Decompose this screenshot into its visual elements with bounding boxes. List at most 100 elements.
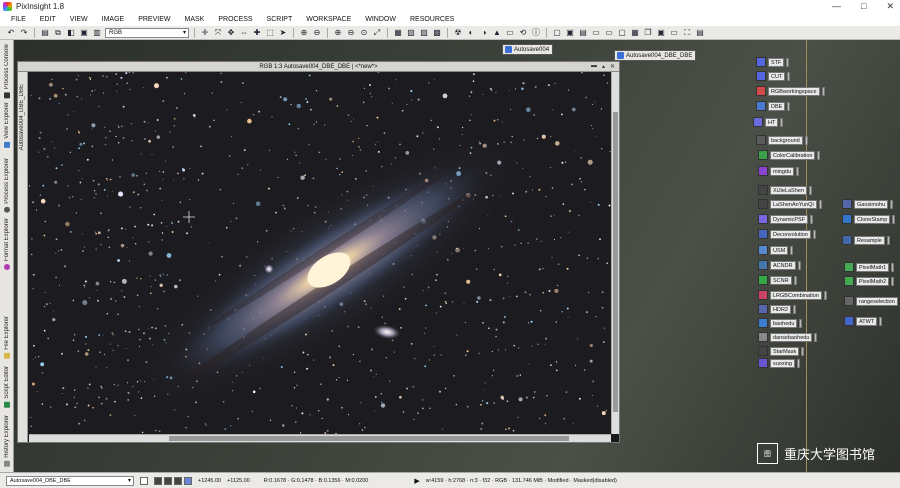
mode-button[interactable]	[164, 476, 172, 485]
menu-process[interactable]: PROCESS	[211, 16, 259, 23]
zoom-minus-icon[interactable]: ⊖	[346, 28, 356, 38]
mode-button[interactable]	[154, 476, 162, 485]
stf-link-icon[interactable]: ◑	[479, 28, 489, 38]
doc-tab-autosave004[interactable]: Autosave004	[502, 44, 554, 55]
move-icon[interactable]: ⇔	[239, 28, 249, 38]
image-window-titlebar[interactable]: RGB 1:3 Autosave004_DBE_DBE | <*new*> ▬ …	[18, 62, 619, 72]
image-side-label[interactable]: Autosave004_DBE_DBE	[19, 84, 25, 150]
vertical-scrollbar[interactable]	[611, 72, 619, 434]
process-icon-pixelmath1[interactable]: PixelMath1	[844, 262, 895, 272]
process-icon-pixelmath2[interactable]: PixelMath2	[844, 276, 895, 286]
crosshair-icon[interactable]: ✛	[200, 28, 210, 38]
redo-icon[interactable]: ↷	[19, 28, 29, 38]
process-icon-handle[interactable]	[796, 166, 800, 176]
screen-icon[interactable]: ▭	[669, 28, 679, 38]
menu-view[interactable]: VIEW	[63, 16, 95, 23]
zoom-in-icon[interactable]: ⊕	[299, 28, 309, 38]
doc-tab-autosave004-dbe-dbe[interactable]: Autosave004_DBE_DBE	[614, 50, 697, 61]
horizontal-scrollbar[interactable]	[29, 434, 611, 442]
process-icon-handle[interactable]	[810, 214, 814, 224]
process-icon-lashenanyunqi[interactable]: LaShenAnYunQi	[758, 199, 822, 209]
process-icon-mingdu[interactable]: mingdu	[758, 166, 800, 176]
cascade-icon[interactable]: ❐	[643, 28, 653, 38]
process-icon-handle[interactable]	[879, 316, 883, 326]
process-icon-baohedu[interactable]: baohedu	[758, 318, 803, 328]
process-icon-handle[interactable]	[812, 229, 816, 239]
process-icon-scnr[interactable]: SCNR	[758, 275, 797, 285]
select-icon[interactable]: ⬚	[265, 28, 275, 38]
menu-script[interactable]: SCRIPT	[260, 16, 300, 23]
process-icon-handle[interactable]	[886, 235, 890, 245]
process-icon-handle[interactable]	[792, 304, 796, 314]
zoom-out-icon[interactable]: ⊖	[312, 28, 322, 38]
explorer-icon[interactable]: ▢	[552, 28, 562, 38]
window-icon[interactable]: ▢	[617, 28, 627, 38]
menu-window[interactable]: WINDOW	[358, 16, 403, 23]
shade-icon[interactable]: ▴	[602, 63, 605, 70]
preview-icon[interactable]: ▭	[505, 28, 515, 38]
process-icon-gaosimohu[interactable]: Gaosimohu	[842, 199, 894, 209]
process-icon-starmask[interactable]: StarMask	[758, 346, 805, 356]
channel-alt-icon[interactable]: ▥	[92, 28, 102, 38]
minimize-icon[interactable]: —	[832, 1, 841, 12]
process-icon-dynamicpsf[interactable]: DynamicPSF	[758, 214, 814, 224]
tile-icon[interactable]: ▦	[630, 28, 640, 38]
tab-process-explorer[interactable]: Process Explorer	[2, 158, 12, 213]
pan-icon[interactable]: ✥	[226, 28, 236, 38]
maximize-icon[interactable]: □	[861, 1, 866, 12]
process-icon-handle[interactable]	[799, 318, 803, 328]
close-icon[interactable]: ✕	[610, 63, 615, 70]
fullscreen-icon[interactable]: ⛶	[682, 28, 692, 38]
stf-icon[interactable]: ◐	[466, 28, 476, 38]
view-toggle-icon[interactable]	[140, 476, 148, 485]
info-icon[interactable]: ⓘ	[531, 28, 541, 38]
mode-button[interactable]	[174, 476, 182, 485]
reset-icon[interactable]: ◧	[66, 28, 76, 38]
stf-auto-icon[interactable]: ☢	[453, 28, 463, 38]
process-icon-handle[interactable]	[821, 86, 825, 96]
scrollbar-thumb[interactable]	[613, 112, 618, 412]
process-icon-acndr[interactable]: ACNDR	[758, 260, 801, 270]
settings-icon[interactable]: ▤	[695, 28, 705, 38]
tab-format-explorer[interactable]: Format Explorer	[2, 218, 12, 271]
close-icon[interactable]: ✕	[886, 1, 894, 12]
process-icon-handle[interactable]	[787, 71, 791, 81]
menu-file[interactable]: FILE	[4, 16, 33, 23]
tab-process-console[interactable]: Process Console	[2, 44, 12, 99]
process-icon-stf[interactable]: STF	[756, 57, 790, 67]
process-icon-xijielashen[interactable]: XiJieLaShen	[758, 185, 812, 195]
process-icon-usm[interactable]: USM	[758, 245, 794, 255]
layout-icon[interactable]: ▤	[578, 28, 588, 38]
process-icon-hdr2[interactable]: HDR2	[758, 304, 796, 314]
mask-invert-icon[interactable]: ▨	[419, 28, 429, 38]
display-icon[interactable]: ▣	[656, 28, 666, 38]
process-icon-handle[interactable]	[891, 262, 895, 272]
image-canvas[interactable]	[29, 72, 611, 434]
history-icon[interactable]: ⟲	[518, 28, 528, 38]
process-icon-handle[interactable]	[817, 150, 821, 160]
channel-icon[interactable]: ▣	[79, 28, 89, 38]
process-icon-handle[interactable]	[890, 199, 894, 209]
tab-file-explorer[interactable]: File Explorer	[2, 316, 12, 359]
process-icon-handle[interactable]	[793, 275, 797, 285]
tab-script-editor[interactable]: Script Editor	[2, 366, 12, 408]
menu-image[interactable]: IMAGE	[95, 16, 132, 23]
process-icon-lrgbcombination[interactable]: LRGBCombination	[758, 290, 827, 300]
process-icon-background[interactable]: background	[756, 135, 808, 145]
process-icon-resample[interactable]: Resample	[842, 235, 890, 245]
process-icon-handle[interactable]	[823, 290, 827, 300]
mode-button[interactable]	[184, 476, 192, 485]
process-icon-handle[interactable]	[790, 245, 794, 255]
process-icon-colorcalibration[interactable]: ColorCalibration	[758, 150, 821, 160]
process-icon-handle[interactable]	[892, 214, 896, 224]
scrollbar-thumb[interactable]	[169, 436, 569, 441]
process-icon-cut[interactable]: CUT	[756, 71, 791, 81]
process-icon-handle[interactable]	[797, 260, 801, 270]
view-selector[interactable]: Autosave004_DBE_DBE ▾	[6, 475, 134, 486]
process-icon-clonestamp[interactable]: CloneStamp	[842, 214, 896, 224]
minimize-icon[interactable]: ▬	[591, 63, 597, 70]
console-icon[interactable]: ▣	[565, 28, 575, 38]
process-icon-handle[interactable]	[818, 199, 822, 209]
process-icon-handle[interactable]	[780, 117, 784, 127]
process-icon-atwt[interactable]: ATWT	[844, 316, 883, 326]
